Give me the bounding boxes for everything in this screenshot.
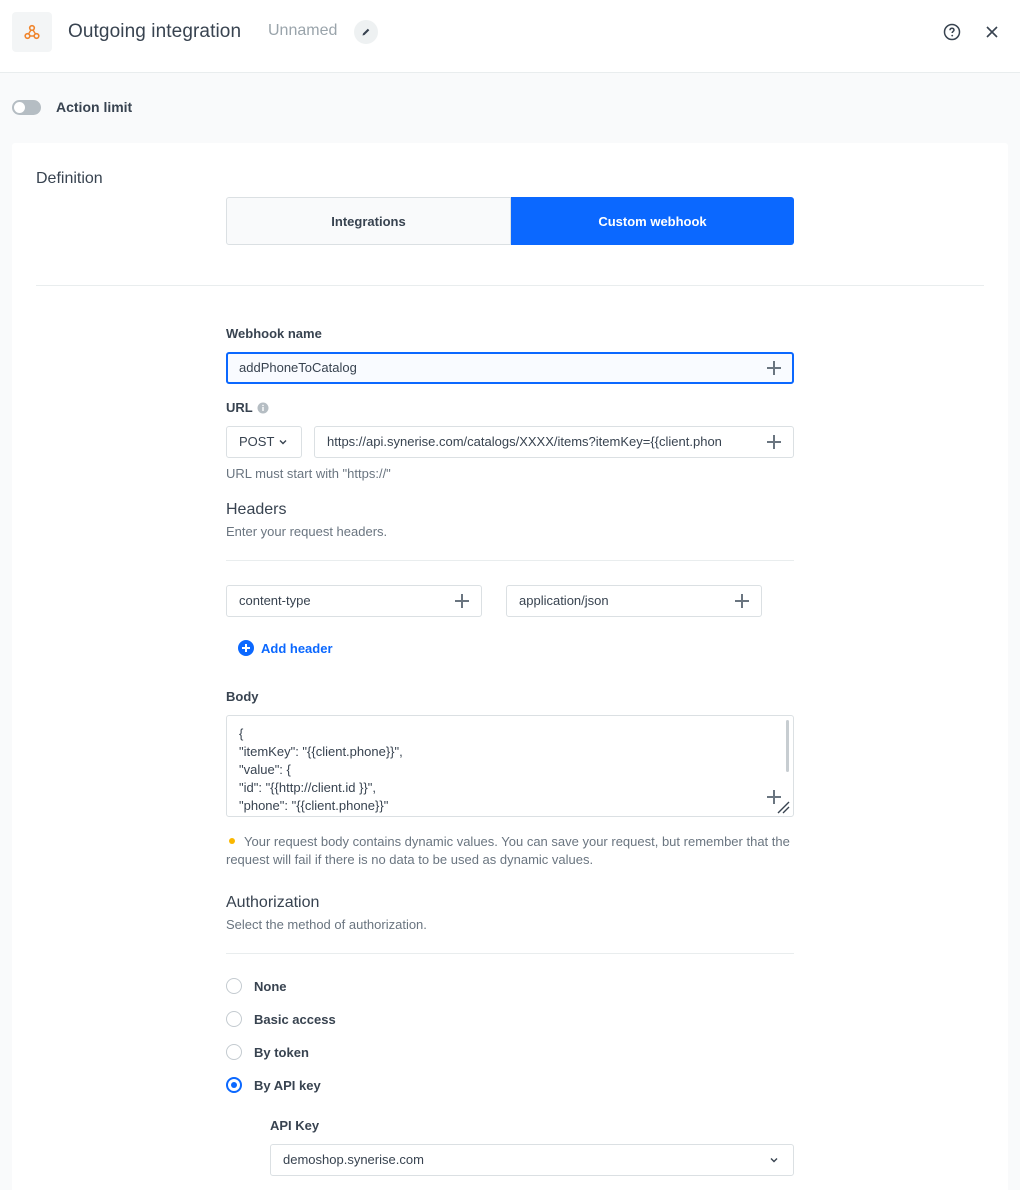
add-header-button[interactable]: Add header bbox=[238, 640, 333, 656]
url-input[interactable]: https://api.synerise.com/catalogs/XXXX/i… bbox=[314, 426, 794, 458]
help-button[interactable] bbox=[942, 22, 962, 42]
http-method-select[interactable]: POST bbox=[226, 426, 302, 458]
add-header-label: Add header bbox=[261, 640, 333, 656]
api-key-select[interactable]: demoshop.synerise.com bbox=[270, 1144, 794, 1176]
body-line: "itemKey": "{{client.phone}}", bbox=[239, 744, 403, 759]
api-key-label: API Key bbox=[270, 1118, 320, 1133]
help-circle-icon bbox=[943, 23, 961, 41]
body-textarea[interactable]: { "itemKey": "{{client.phone}}", "value"… bbox=[226, 715, 794, 817]
pencil-icon bbox=[362, 28, 370, 36]
headers-description: Enter your request headers. bbox=[226, 524, 388, 539]
authorization-title: Authorization bbox=[226, 894, 320, 911]
action-limit-label: Action limit bbox=[56, 99, 133, 115]
auth-option-label: By token bbox=[254, 1044, 309, 1060]
webhook-name-input[interactable]: addPhoneToCatalog bbox=[226, 352, 794, 384]
insert-dynamic-icon[interactable] bbox=[767, 361, 781, 375]
header-key-input[interactable]: content-type bbox=[226, 585, 482, 617]
api-key-value: demoshop.synerise.com bbox=[283, 1152, 424, 1167]
auth-option-label: By API key bbox=[254, 1077, 321, 1093]
resize-handle-icon[interactable] bbox=[776, 800, 790, 814]
auth-option-by-api-key[interactable]: By API key bbox=[226, 1077, 321, 1093]
headers-title: Headers bbox=[226, 501, 287, 518]
edit-name-button[interactable] bbox=[354, 20, 378, 44]
http-method-value: POST bbox=[239, 434, 275, 449]
body-line: "phone": "{{client.phone}}" bbox=[239, 798, 389, 813]
definition-title: Definition bbox=[36, 170, 103, 187]
body-warning-text: Your request body contains dynamic value… bbox=[226, 834, 790, 867]
insert-dynamic-icon[interactable] bbox=[455, 594, 469, 608]
webhook-name-label: Webhook name bbox=[226, 326, 322, 341]
toggle-knob bbox=[14, 102, 25, 113]
radio-button[interactable] bbox=[226, 1011, 242, 1027]
header-value-input[interactable]: application/json bbox=[506, 585, 762, 617]
chevron-down-icon bbox=[279, 440, 287, 445]
body-line: "value": { bbox=[239, 762, 291, 777]
url-hint: URL must start with "https://" bbox=[226, 466, 391, 481]
auth-option-by-token[interactable]: By token bbox=[226, 1044, 309, 1060]
body-warning: Your request body contains dynamic value… bbox=[226, 833, 794, 869]
plus-circle-icon bbox=[238, 640, 254, 656]
insert-dynamic-icon[interactable] bbox=[767, 435, 781, 449]
divider bbox=[36, 285, 984, 286]
authorization-description: Select the method of authorization. bbox=[226, 917, 427, 932]
body-line: { bbox=[239, 726, 244, 741]
body-label: Body bbox=[226, 689, 259, 704]
info-icon[interactable] bbox=[257, 402, 269, 414]
body-line: "id": "{{http://client.id }}", bbox=[239, 780, 376, 795]
body-scrollbar[interactable] bbox=[786, 720, 789, 772]
url-label: URL bbox=[226, 400, 253, 415]
tab-integrations[interactable]: Integrations bbox=[226, 197, 511, 245]
close-button[interactable] bbox=[982, 22, 1002, 42]
action-limit-toggle[interactable] bbox=[12, 100, 41, 115]
page-title: Outgoing integration bbox=[68, 21, 242, 42]
divider bbox=[226, 560, 794, 561]
auth-option-label: None bbox=[254, 978, 287, 994]
insert-dynamic-icon[interactable] bbox=[735, 594, 749, 608]
radio-button-checked[interactable] bbox=[226, 1077, 242, 1093]
radio-button[interactable] bbox=[226, 978, 242, 994]
chevron-down-icon bbox=[770, 1158, 778, 1163]
warning-dot-icon bbox=[229, 838, 235, 844]
top-bar: Outgoing integration Unnamed bbox=[0, 0, 1020, 73]
tab-custom-webhook[interactable]: Custom webhook bbox=[511, 197, 794, 245]
auth-option-label: Basic access bbox=[254, 1011, 336, 1027]
webhook-icon bbox=[12, 12, 52, 52]
close-icon bbox=[986, 26, 998, 38]
radio-button[interactable] bbox=[226, 1044, 242, 1060]
auth-option-basic-access[interactable]: Basic access bbox=[226, 1011, 336, 1027]
integration-name[interactable]: Unnamed bbox=[268, 22, 337, 40]
auth-option-none[interactable]: None bbox=[226, 978, 287, 994]
divider bbox=[226, 953, 794, 954]
definition-card bbox=[12, 143, 1008, 1190]
